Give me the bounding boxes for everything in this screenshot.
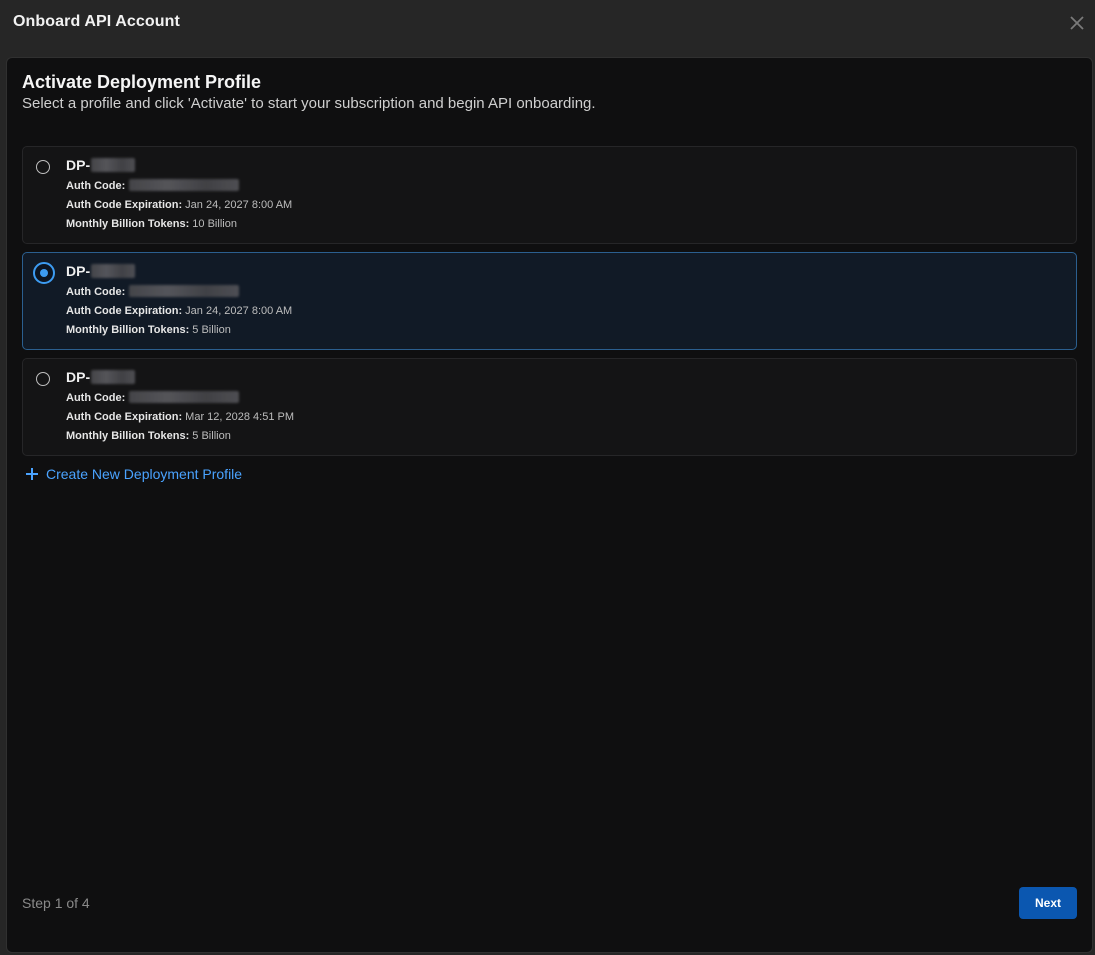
profile-name-prefix: DP- bbox=[66, 263, 91, 279]
create-new-deployment-profile-label: Create New Deployment Profile bbox=[46, 466, 243, 482]
auth-code-label: Auth Code: bbox=[66, 286, 126, 298]
auth-code-field: Auth Code: bbox=[66, 179, 240, 192]
monthly-tokens-value: 5 Billion bbox=[192, 430, 231, 442]
redacted-profile-id bbox=[91, 158, 136, 173]
redacted-profile-id bbox=[91, 264, 136, 279]
monthly-tokens-value: 10 Billion bbox=[192, 218, 237, 230]
monthly-tokens-value: 5 Billion bbox=[192, 324, 231, 336]
monthly-tokens-label: Monthly Billion Tokens: bbox=[66, 324, 190, 336]
onboard-api-account-modal: Onboard API Account Activate Deployment … bbox=[0, 0, 1095, 955]
auth-code-expiration-label: Auth Code Expiration: bbox=[66, 305, 183, 317]
monthly-tokens-field: Monthly Billion Tokens: 10 Billion bbox=[66, 218, 237, 230]
auth-code-expiration-value: Jan 24, 2027 8:00 AM bbox=[185, 305, 293, 317]
monthly-tokens-label: Monthly Billion Tokens: bbox=[66, 218, 190, 230]
auth-code-field: Auth Code: bbox=[66, 285, 240, 298]
redacted-auth-code bbox=[129, 391, 240, 404]
close-icon[interactable] bbox=[1067, 12, 1087, 34]
auth-code-expiration-field: Auth Code Expiration: Mar 12, 2028 4:51 … bbox=[66, 411, 294, 423]
auth-code-expiration-field: Auth Code Expiration: Jan 24, 2027 8:00 … bbox=[66, 199, 292, 211]
deployment-profile-option[interactable]: DP- Auth Code: Auth Code Expiration: Jan… bbox=[22, 146, 1077, 244]
auth-code-field: Auth Code: bbox=[66, 391, 240, 404]
profile-name: DP- bbox=[66, 263, 136, 279]
redacted-auth-code bbox=[129, 285, 240, 298]
step-indicator: Step 1 of 4 bbox=[22, 895, 90, 911]
deployment-profile-option-selected[interactable]: DP- Auth Code: Auth Code Expiration: Jan… bbox=[22, 252, 1077, 350]
radio-button[interactable] bbox=[36, 160, 50, 174]
auth-code-label: Auth Code: bbox=[66, 180, 126, 192]
radio-button[interactable] bbox=[36, 372, 50, 386]
panel-title: Activate Deployment Profile bbox=[22, 72, 262, 92]
profile-name-prefix: DP- bbox=[66, 157, 91, 173]
redacted-auth-code bbox=[129, 179, 240, 192]
monthly-tokens-label: Monthly Billion Tokens: bbox=[66, 430, 190, 442]
activate-deployment-profile-panel: Activate Deployment Profile Select a pro… bbox=[6, 57, 1093, 953]
modal-header: Onboard API Account bbox=[0, 0, 1095, 46]
monthly-tokens-field: Monthly Billion Tokens: 5 Billion bbox=[66, 324, 231, 336]
deployment-profile-option[interactable]: DP- Auth Code: Auth Code Expiration: Mar… bbox=[22, 358, 1077, 456]
radio-button-checked[interactable] bbox=[33, 262, 55, 284]
redacted-profile-id bbox=[91, 370, 136, 385]
auth-code-expiration-label: Auth Code Expiration: bbox=[66, 199, 183, 211]
profile-name-prefix: DP- bbox=[66, 369, 91, 385]
monthly-tokens-field: Monthly Billion Tokens: 5 Billion bbox=[66, 430, 231, 442]
auth-code-expiration-value: Jan 24, 2027 8:00 AM bbox=[185, 199, 293, 211]
panel-subtitle: Select a profile and click 'Activate' to… bbox=[22, 95, 596, 112]
radio-dot-icon bbox=[40, 269, 48, 277]
modal-title: Onboard API Account bbox=[13, 13, 180, 30]
auth-code-expiration-field: Auth Code Expiration: Jan 24, 2027 8:00 … bbox=[66, 305, 292, 317]
auth-code-expiration-label: Auth Code Expiration: bbox=[66, 411, 183, 423]
create-new-deployment-profile-link[interactable]: Create New Deployment Profile bbox=[26, 466, 242, 482]
auth-code-expiration-value: Mar 12, 2028 4:51 PM bbox=[185, 411, 295, 423]
profile-name: DP- bbox=[66, 157, 136, 173]
profile-name: DP- bbox=[66, 369, 136, 385]
auth-code-label: Auth Code: bbox=[66, 392, 126, 404]
next-button[interactable]: Next bbox=[1019, 887, 1077, 919]
plus-icon bbox=[26, 468, 38, 480]
